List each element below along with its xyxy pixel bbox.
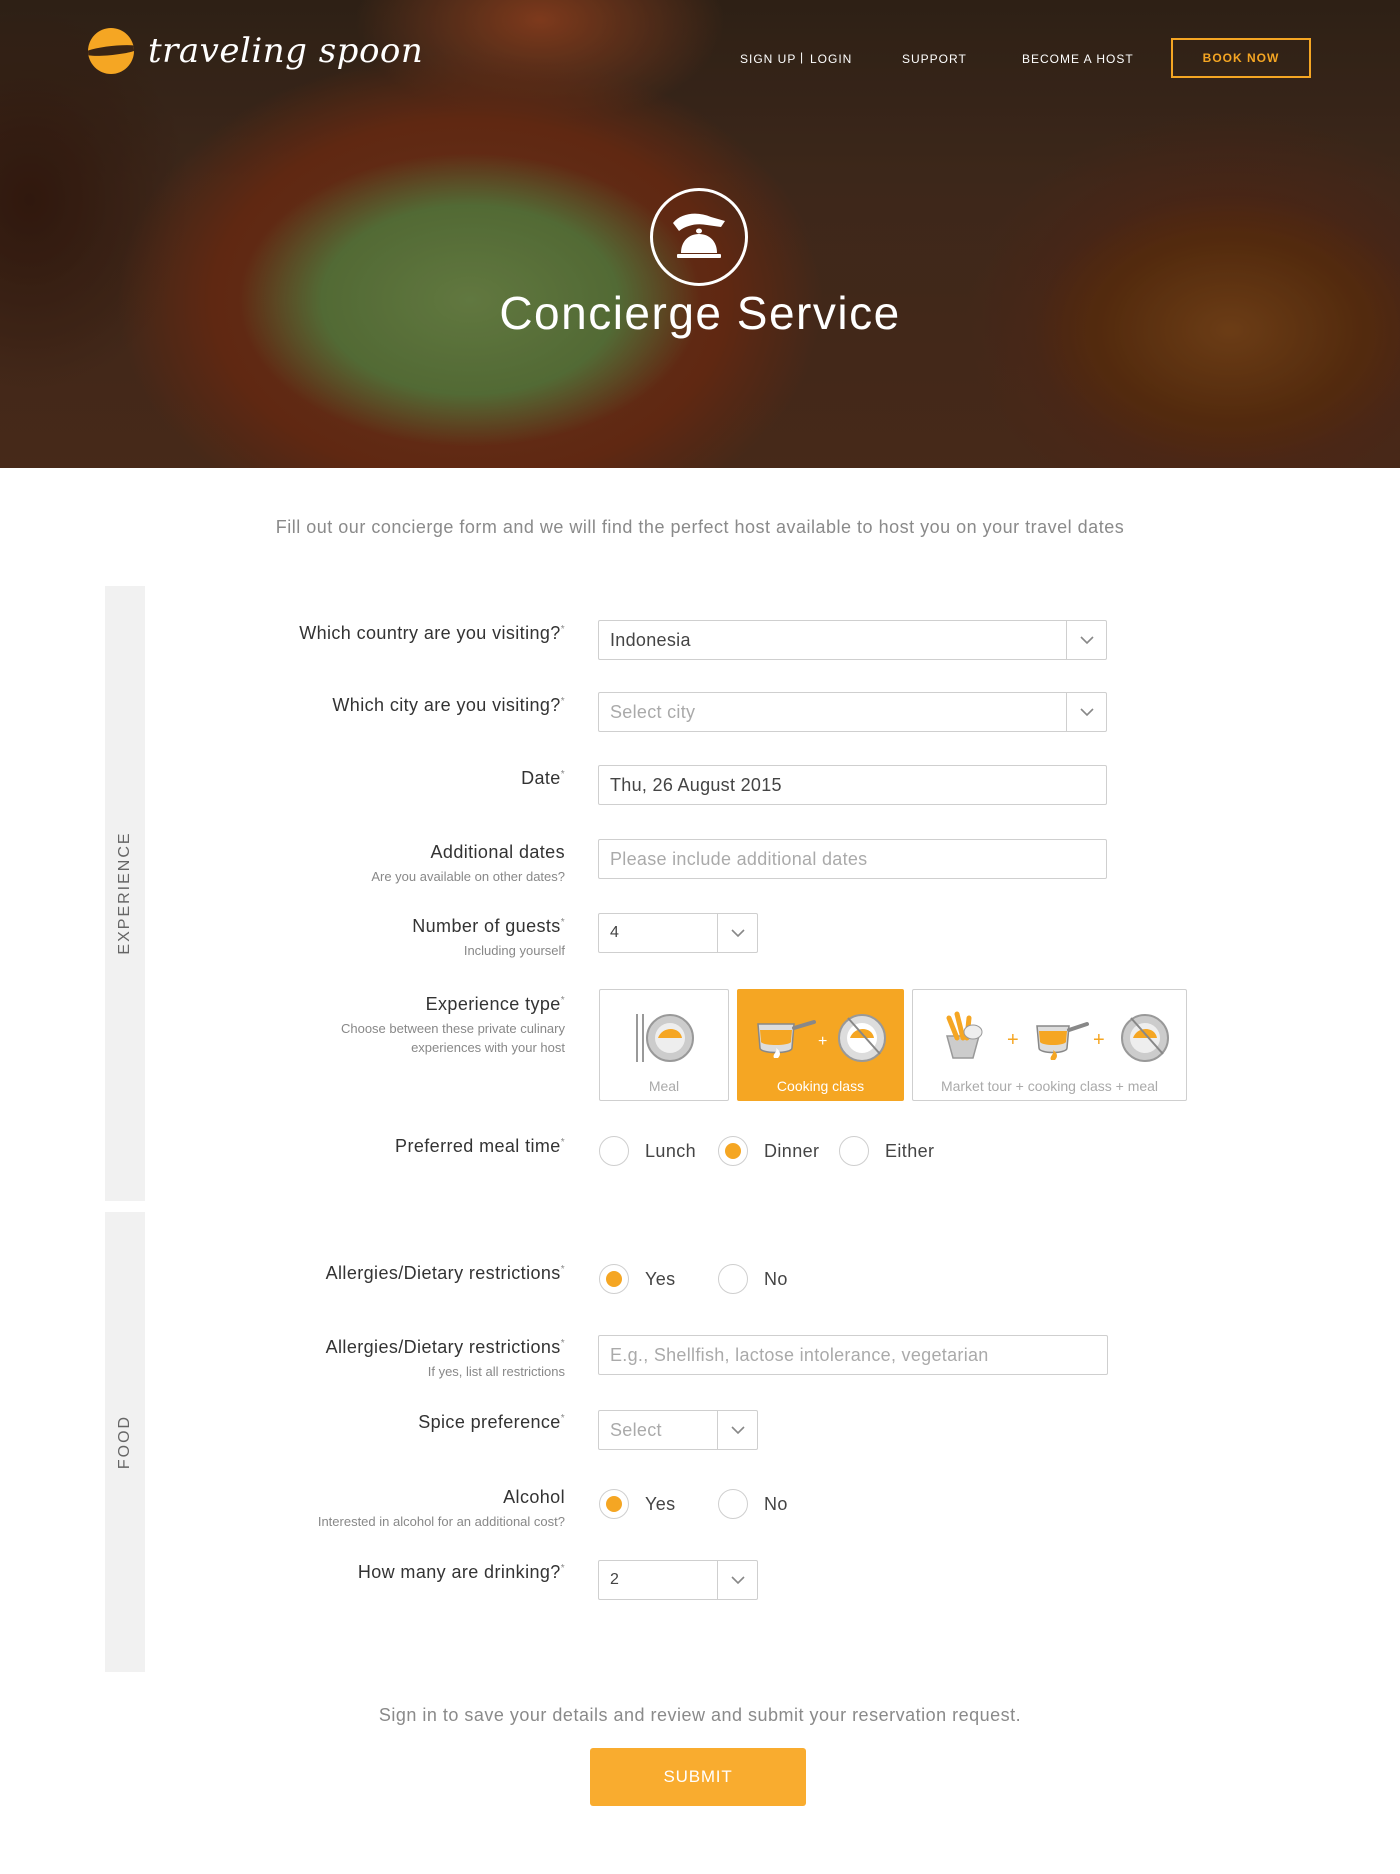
meal-time-either-radio[interactable]: Either (839, 1136, 934, 1166)
city-question: Which city are you visiting?* (332, 695, 565, 716)
allergies-question: Allergies/Dietary restrictions* (326, 1263, 565, 1284)
allergies-yes-radio[interactable]: Yes (599, 1264, 676, 1294)
experience-option-cooking-class[interactable]: + Cooking class (737, 989, 904, 1101)
allergies-list-sub: If yes, list all restrictions (427, 1364, 565, 1379)
svg-text:+: + (1093, 1029, 1105, 1051)
nav-separator: | (800, 50, 804, 64)
radio-circle-selected[interactable] (718, 1136, 748, 1166)
allergies-list-input[interactable]: E.g., Shellfish, lactose intolerance, ve… (598, 1335, 1108, 1375)
chevron-down-icon[interactable] (717, 1411, 757, 1449)
alcohol-sub: Interested in alcohol for an additional … (317, 1514, 565, 1529)
experience-option-meal-caption: Meal (648, 1078, 680, 1094)
radio-circle[interactable] (599, 1136, 629, 1166)
radio-circle[interactable] (718, 1489, 748, 1519)
meal-icon (636, 1014, 694, 1062)
additional-dates-input[interactable]: Please include additional dates (598, 839, 1107, 879)
allergies-list-label: Allergies/Dietary restrictions* (325, 1337, 565, 1357)
experience-option-meal[interactable]: Meal (599, 989, 729, 1101)
chevron-down-icon[interactable] (717, 914, 757, 952)
chevron-down-icon[interactable] (1066, 621, 1106, 659)
country-question: Which country are you visiting?* (299, 623, 565, 644)
date-input[interactable]: Thu, 26 August 2015 (598, 765, 1107, 805)
submit-button[interactable]: SUBMIT (590, 1748, 806, 1806)
date-question: Date* (521, 768, 565, 789)
experience-option-market-tour[interactable]: + + Market tour + cooking class + meal (912, 989, 1187, 1101)
drinking-select[interactable]: 2 (598, 1560, 758, 1600)
country-select[interactable]: Indonesia (598, 620, 1107, 660)
spoon-logo-icon (88, 28, 134, 74)
radio-circle[interactable] (839, 1136, 869, 1166)
page-title: Concierge Service (499, 287, 901, 339)
allergies-label: Allergies/Dietary restrictions* (325, 1263, 565, 1283)
guests-select[interactable]: 4 (598, 913, 758, 953)
experience-option-market-tour-caption: Market tour + cooking class + meal (940, 1078, 1159, 1094)
spice-select[interactable]: Select (598, 1410, 758, 1450)
nav-support[interactable]: SUPPORT (902, 52, 967, 66)
brand-name: traveling spoon (148, 31, 424, 71)
chevron-down-icon[interactable] (717, 1561, 757, 1599)
drinking-question: How many are drinking?* (358, 1562, 565, 1583)
spice-label: Spice preference* (418, 1412, 565, 1432)
experience-section-label: EXPERIENCE (116, 831, 133, 955)
hero-banner: traveling spoon SIGN UP | LOGIN SUPPORT … (0, 0, 1400, 468)
drinking-label: How many are drinking?* (357, 1562, 565, 1582)
allergies-list-question: Allergies/Dietary restrictions* If yes, … (326, 1337, 565, 1381)
concierge-bell-icon (650, 188, 748, 286)
meal-time-label: Preferred meal time* (395, 1136, 565, 1156)
experience-option-cooking-class-caption: Cooking class (776, 1078, 865, 1094)
experience-type-question: Experience type* Choose between these pr… (341, 994, 565, 1057)
market-tour-icon: + + (946, 1011, 1169, 1062)
nav-login[interactable]: LOGIN (810, 52, 852, 66)
signin-note: Sign in to save your details and review … (378, 1705, 1022, 1725)
food-section-label: FOOD (116, 1414, 133, 1470)
allergies-no-radio[interactable]: No (718, 1264, 788, 1294)
brand-logo[interactable]: traveling spoon (88, 28, 423, 74)
country-label: Which country are you visiting?* (299, 623, 565, 643)
experience-type-sub: Choose between these private culinary ex… (340, 1021, 565, 1055)
city-select[interactable]: Select city (598, 692, 1107, 732)
alcohol-yes-radio[interactable]: Yes (599, 1489, 676, 1519)
nav-signup[interactable]: SIGN UP (740, 52, 796, 66)
additional-dates-label: Additional dates (430, 842, 565, 862)
city-label: Which city are you visiting?* (332, 695, 565, 715)
svg-text:+: + (1007, 1029, 1019, 1051)
radio-circle[interactable] (718, 1264, 748, 1294)
additional-dates-sub: Are you available on other dates? (371, 869, 565, 884)
experience-type-label: Experience type* (425, 994, 565, 1014)
intro-text: Fill out our concierge form and we will … (275, 517, 1125, 537)
spice-question: Spice preference* (418, 1412, 565, 1433)
meal-time-dinner-radio[interactable]: Dinner (718, 1136, 819, 1166)
radio-circle-selected[interactable] (599, 1489, 629, 1519)
cooking-class-icon: + (757, 1014, 886, 1062)
nav-become-host[interactable]: BECOME A HOST (1022, 52, 1134, 66)
guests-sub: Including yourself (463, 943, 565, 958)
meal-time-lunch-radio[interactable]: Lunch (599, 1136, 696, 1166)
date-label: Date* (521, 768, 565, 788)
guests-question: Number of guests* Including yourself (412, 916, 565, 960)
svg-text:+: + (818, 1033, 827, 1050)
book-now-button[interactable]: BOOK NOW (1171, 38, 1311, 78)
radio-circle-selected[interactable] (599, 1264, 629, 1294)
chevron-down-icon[interactable] (1066, 693, 1106, 731)
alcohol-question: Alcohol Interested in alcohol for an add… (318, 1487, 565, 1531)
guests-label: Number of guests* (412, 916, 565, 936)
alcohol-no-radio[interactable]: No (718, 1489, 788, 1519)
alcohol-label: Alcohol (503, 1487, 565, 1507)
meal-time-question: Preferred meal time* (395, 1136, 565, 1157)
additional-dates-question: Additional dates Are you available on ot… (371, 842, 565, 886)
